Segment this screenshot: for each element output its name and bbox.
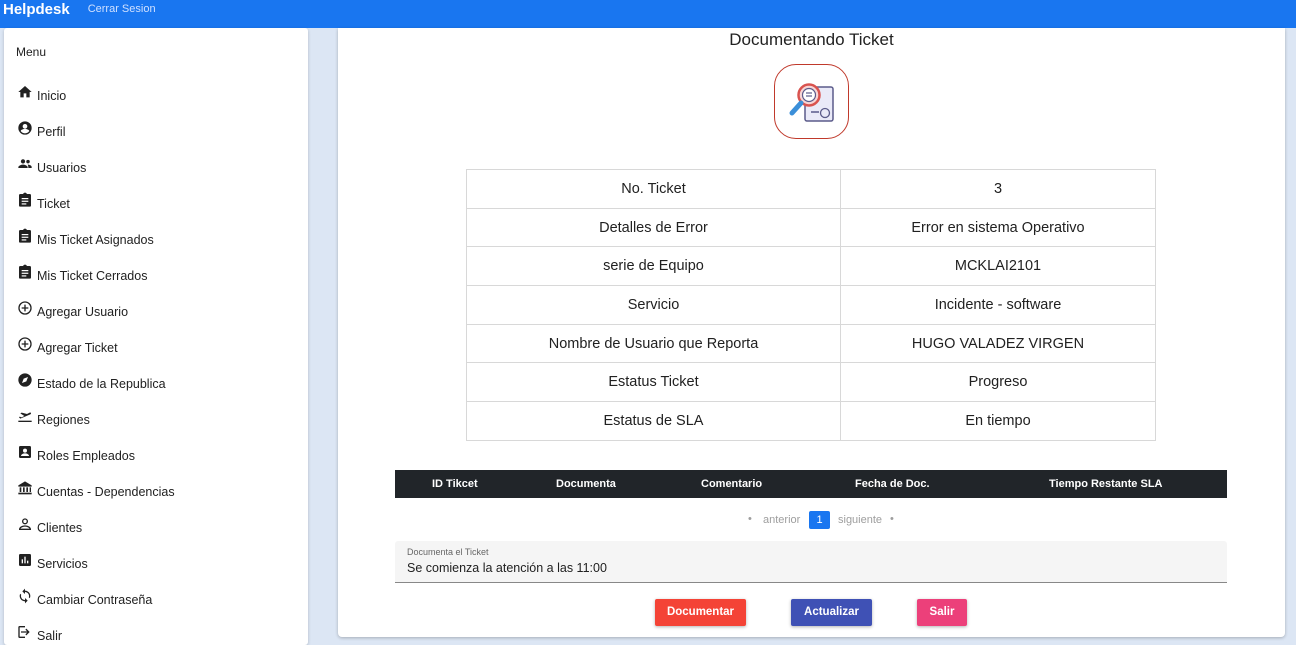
exit-button[interactable]: Salir xyxy=(917,599,967,626)
sidebar-item-agregar-usuario[interactable]: Agregar Usuario xyxy=(17,299,128,319)
sidebar-item-label: Estado de la Republica xyxy=(37,377,166,391)
flight-takeoff-icon xyxy=(18,412,32,422)
detail-key: Estatus de SLA xyxy=(466,401,841,441)
detail-key: Nombre de Usuario que Reporta xyxy=(466,323,841,364)
ticket-card: Documentando Ticket No. Ticket 3 Detalle… xyxy=(338,28,1285,637)
detail-value: Incidente - software xyxy=(840,285,1156,325)
detail-value: 3 xyxy=(840,169,1156,209)
pagination-dot: • xyxy=(748,513,752,525)
clipboard-icon xyxy=(19,228,31,243)
sidebar-item-label: Inicio xyxy=(37,89,67,103)
pagination: • anterior 1 siguiente • xyxy=(338,510,1285,530)
sidebar-item-label: Cuentas - Dependencias xyxy=(37,485,175,499)
sync-icon xyxy=(19,588,31,604)
column-header-tiempo-sla[interactable]: Tiempo Restante SLA xyxy=(1049,478,1163,490)
detail-key: serie de Equipo xyxy=(466,246,841,287)
sidebar-item-label: Mis Ticket Asignados xyxy=(37,233,154,247)
sidebar-item-label: Agregar Usuario xyxy=(37,305,129,319)
add-circle-icon xyxy=(18,301,32,315)
document-button[interactable]: Documentar xyxy=(655,599,746,626)
app-brand[interactable]: Helpdesk xyxy=(3,1,70,18)
pagination-next[interactable]: siguiente xyxy=(838,514,882,526)
sidebar-item-usuarios[interactable]: Usuarios xyxy=(17,155,86,175)
column-header-fecha[interactable]: Fecha de Doc. xyxy=(855,478,930,490)
detail-value: Error en sistema Operativo xyxy=(840,207,1156,248)
sidebar-item-servicios[interactable]: Servicios xyxy=(17,551,88,571)
document-ticket-field[interactable]: Documenta el Ticket Se comienza la atenc… xyxy=(395,541,1227,583)
table-row: Nombre de Usuario que Reporta HUGO VALAD… xyxy=(466,323,1156,364)
sidebar-item-label: Cambiar Contraseña xyxy=(37,593,153,607)
home-icon xyxy=(18,86,32,98)
column-header-comentario[interactable]: Comentario xyxy=(701,478,762,490)
logout-link[interactable]: Cerrar Sesion xyxy=(88,3,156,15)
table-row: No. Ticket 3 xyxy=(466,169,1156,209)
contact-badge-icon xyxy=(19,446,31,458)
compass-icon xyxy=(18,373,32,387)
sidebar-item-label: Mis Ticket Cerrados xyxy=(37,269,148,283)
clipboard-icon xyxy=(19,264,31,279)
detail-key: Estatus Ticket xyxy=(466,362,841,403)
pagination-prev[interactable]: anterior xyxy=(763,514,800,526)
add-circle-icon xyxy=(18,337,32,351)
column-header-id[interactable]: ID Tikcet xyxy=(432,478,478,490)
account-circle-icon xyxy=(18,121,32,135)
sidebar-item-label: Ticket xyxy=(37,197,70,211)
sidebar-item-label: Usuarios xyxy=(37,161,87,175)
column-header-documenta[interactable]: Documenta xyxy=(556,478,616,490)
table-row: Estatus Ticket Progreso xyxy=(466,362,1156,403)
document-field-value[interactable]: Se comienza la atención a las 11:00 xyxy=(407,561,607,575)
table-row: serie de Equipo MCKLAI2101 xyxy=(466,246,1156,287)
detail-value: HUGO VALADEZ VIRGEN xyxy=(840,323,1156,364)
ticket-details-table: No. Ticket 3 Detalles de Error Error en … xyxy=(466,169,1156,441)
sidebar-item-regiones[interactable]: Regiones xyxy=(17,407,90,427)
sidebar-item-perfil[interactable]: Perfil xyxy=(17,119,65,139)
sidebar-item-mis-ticket-asignados[interactable]: Mis Ticket Asignados xyxy=(17,227,154,247)
person-outline-icon xyxy=(18,518,32,530)
table-row: Servicio Incidente - software xyxy=(466,285,1156,325)
sidebar-item-label: Salir xyxy=(37,629,63,643)
sidebar-item-label: Clientes xyxy=(37,521,83,535)
table-row: Estatus de SLA En tiempo xyxy=(466,401,1156,441)
pagination-dot: • xyxy=(890,513,894,525)
ticket-logo xyxy=(774,64,849,139)
sidebar-item-cambiar-contrasena[interactable]: Cambiar Contraseña xyxy=(17,587,152,607)
document-field-label: Documenta el Ticket xyxy=(407,547,489,557)
sidebar-item-clientes[interactable]: Clientes xyxy=(17,515,82,535)
update-button[interactable]: Actualizar xyxy=(791,599,872,626)
sidebar-item-agregar-ticket[interactable]: Agregar Ticket xyxy=(17,335,118,355)
sidebar-item-estado-de-la-republica[interactable]: Estado de la Republica xyxy=(17,371,166,391)
sidebar: Menu Inicio Perfil Usuarios Ticket Mis T… xyxy=(4,28,308,645)
detail-key: No. Ticket xyxy=(466,169,841,209)
sidebar-item-ticket[interactable]: Ticket xyxy=(17,191,70,211)
sidebar-item-label: Agregar Ticket xyxy=(37,341,118,355)
detail-value: En tiempo xyxy=(840,401,1156,441)
table-row: Detalles de Error Error en sistema Opera… xyxy=(466,207,1156,248)
documents-table-header: ID Tikcet Documenta Comentario Fecha de … xyxy=(395,470,1227,498)
page-title: Documentando Ticket xyxy=(729,30,894,49)
clipboard-icon xyxy=(19,192,31,207)
sidebar-item-label: Servicios xyxy=(37,557,88,571)
logout-icon xyxy=(18,626,30,638)
sidebar-item-label: Roles Empleados xyxy=(37,449,135,463)
menu-title: Menu xyxy=(16,45,47,59)
sidebar-item-cuentas-dependencias[interactable]: Cuentas - Dependencias xyxy=(17,479,175,499)
bank-icon xyxy=(18,481,32,495)
sidebar-item-roles-empleados[interactable]: Roles Empleados xyxy=(17,443,135,463)
detail-value: Progreso xyxy=(840,362,1156,403)
sidebar-item-inicio[interactable]: Inicio xyxy=(17,83,66,103)
sidebar-item-mis-ticket-cerrados[interactable]: Mis Ticket Cerrados xyxy=(17,263,147,283)
sidebar-item-label: Regiones xyxy=(37,413,90,427)
top-navbar: Helpdesk Cerrar Sesion xyxy=(0,0,1296,28)
bar-chart-icon xyxy=(19,554,31,566)
ticket-search-icon xyxy=(789,83,834,122)
pagination-page[interactable]: 1 xyxy=(809,511,830,529)
detail-key: Detalles de Error xyxy=(466,207,841,248)
people-icon xyxy=(18,159,32,168)
sidebar-item-salir[interactable]: Salir xyxy=(17,623,62,643)
detail-value: MCKLAI2101 xyxy=(840,246,1156,287)
detail-key: Servicio xyxy=(466,285,841,325)
sidebar-item-label: Perfil xyxy=(37,125,66,139)
